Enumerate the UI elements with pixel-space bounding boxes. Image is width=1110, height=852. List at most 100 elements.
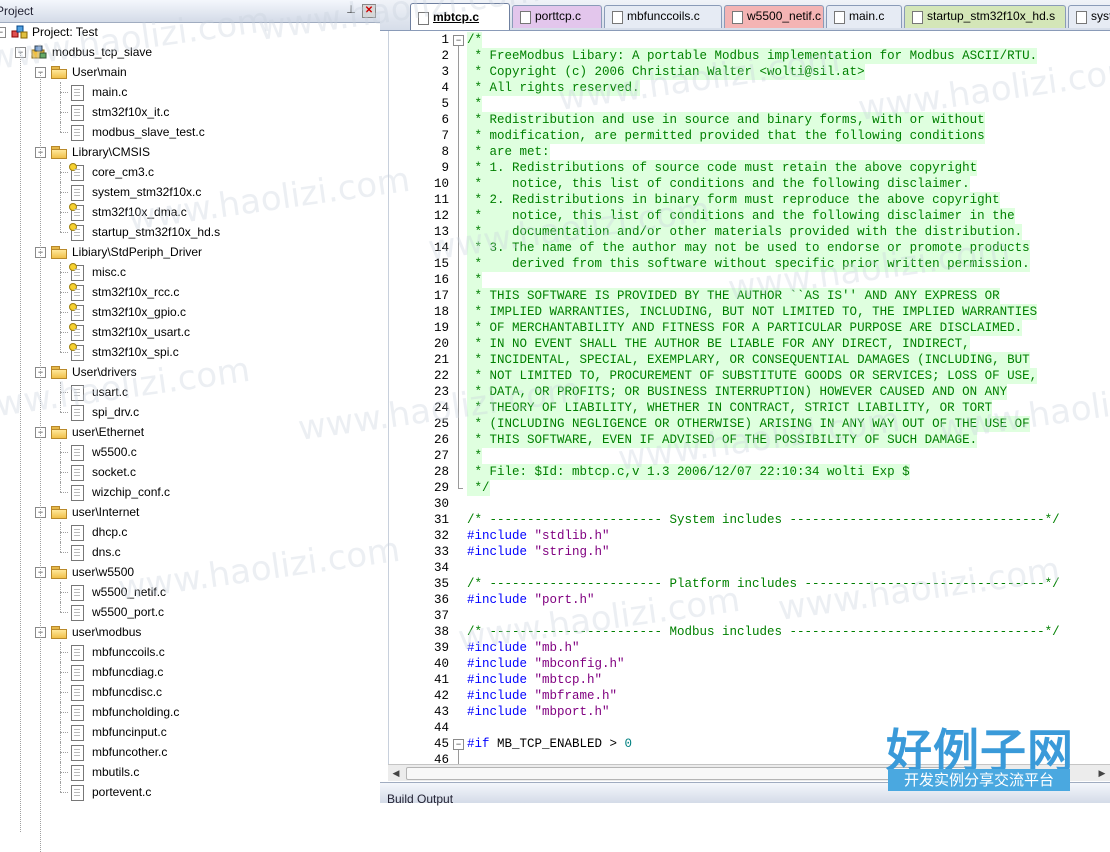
tree-folder[interactable]: − User\drivers: [0, 362, 380, 382]
tree-folder[interactable]: − Library\CMSIS: [0, 142, 380, 162]
tree-folder[interactable]: − user\modbus: [0, 622, 380, 642]
tree-folder[interactable]: − user\Ethernet: [0, 422, 380, 442]
tree-file[interactable]: w5500.c: [0, 442, 380, 462]
c-file-icon: [71, 105, 84, 121]
tree-folder[interactable]: − user\Internet: [0, 502, 380, 522]
tree-file[interactable]: mbutils.c: [0, 762, 380, 782]
tree-file[interactable]: mbfuncinput.c: [0, 722, 380, 742]
line-number: 8: [441, 145, 449, 159]
tab-label: startup_stm32f10x_hd.s: [927, 9, 1056, 23]
tab-startup-stm32f10x-hd-s[interactable]: startup_stm32f10x_hd.s: [904, 5, 1066, 28]
tree-file[interactable]: mbfuncdiag.c: [0, 662, 380, 682]
tree-connector: [60, 262, 61, 282]
tree-connector: [60, 712, 68, 713]
tab-mbtcp-c[interactable]: mbtcp.c: [410, 3, 510, 30]
tree-folder[interactable]: − user\w5500: [0, 562, 380, 582]
tree-connector: [60, 102, 61, 122]
scrollbar-thumb[interactable]: [406, 767, 968, 780]
tree-file[interactable]: mbfunccoils.c: [0, 642, 380, 662]
tree-file[interactable]: dns.c: [0, 542, 380, 562]
tree-connector: [60, 272, 68, 273]
tree-file[interactable]: misc.c: [0, 262, 380, 282]
code-text: #include "port.h": [467, 592, 595, 608]
tree-item-label: mbfuncdiag.c: [92, 665, 164, 679]
tree-connector: [60, 342, 61, 352]
tree-folder[interactable]: − User\main: [0, 62, 380, 82]
tree-connector: [60, 392, 68, 393]
tab-porttcp-c[interactable]: porttcp.c: [512, 5, 602, 28]
tree-file[interactable]: core_cm3.c: [0, 162, 380, 182]
tree-project-root[interactable]: − Project: Test: [0, 22, 380, 42]
tree-file[interactable]: w5500_port.c: [0, 602, 380, 622]
code-text: /* ----------------------- Platform incl…: [467, 577, 1060, 591]
tree-connector: [60, 232, 68, 233]
tree-file[interactable]: socket.c: [0, 462, 380, 482]
folder-icon: [51, 426, 67, 439]
tree-file[interactable]: portevent.c: [0, 782, 380, 802]
tree-connector: [60, 192, 68, 193]
fold-toggle-icon[interactable]: −: [453, 739, 464, 750]
preprocessor-directive: #include: [467, 689, 528, 703]
close-icon[interactable]: ✕: [362, 4, 376, 18]
tree-file[interactable]: mbfuncholding.c: [0, 702, 380, 722]
line-number: 45: [433, 737, 449, 751]
tree-file[interactable]: stm32f10x_usart.c: [0, 322, 380, 342]
tree-file[interactable]: mbfuncdisc.c: [0, 682, 380, 702]
tree-file[interactable]: startup_stm32f10x_hd.s: [0, 222, 380, 242]
code-text: * (INCLUDING NEGLIGENCE OR OTHERWISE) AR…: [467, 416, 1030, 432]
brand-logo: 好例子网 开发实例分享交流平台: [886, 715, 1076, 795]
tree-item-label: stm32f10x_it.c: [92, 105, 170, 119]
code-editor[interactable]: 1/* 2 * FreeModbus Libary: A portable Mod…: [388, 31, 1110, 764]
code-text: * NOT LIMITED TO, PROCUREMENT OF SUBSTIT…: [467, 368, 1038, 384]
tree-file[interactable]: stm32f10x_spi.c: [0, 342, 380, 362]
code-text: * modification, are permitted provided t…: [467, 128, 985, 144]
tree-target[interactable]: − modbus_tcp_slave: [0, 42, 380, 62]
tree-file[interactable]: stm32f10x_dma.c: [0, 202, 380, 222]
tree-connector: [60, 302, 61, 322]
scroll-right-arrow-icon[interactable]: ▶: [1094, 765, 1110, 781]
file-locked-icon: [69, 283, 84, 301]
tree-connector: [60, 732, 68, 733]
tree-item-label: Library\CMSIS: [72, 145, 151, 159]
collapse-toggle-icon[interactable]: −: [0, 27, 6, 38]
tree-file[interactable]: stm32f10x_rcc.c: [0, 282, 380, 302]
line-number: 29: [433, 481, 449, 495]
code-text: * derived from this software without spe…: [467, 256, 1030, 272]
tree-file[interactable]: stm32f10x_gpio.c: [0, 302, 380, 322]
tree-file[interactable]: mbfuncother.c: [0, 742, 380, 762]
code-line: 28 * File: $Id: mbtcp.c,v 1.3 2006/12/07…: [389, 464, 1110, 480]
code-line: 32 #include "stdlib.h": [389, 528, 1110, 544]
scroll-left-arrow-icon[interactable]: ◀: [388, 765, 404, 781]
tab-main-c[interactable]: main.c: [826, 5, 902, 28]
tree-file[interactable]: spi_drv.c: [0, 402, 380, 422]
tab-w5500-netif-c[interactable]: w5500_netif.c: [724, 5, 824, 28]
tree-connector: [60, 222, 61, 232]
tab-label: main.c: [849, 9, 885, 23]
tab-system[interactable]: system_: [1068, 5, 1110, 28]
tree-file[interactable]: usart.c: [0, 382, 380, 402]
tree-file[interactable]: stm32f10x_it.c: [0, 102, 380, 122]
tree-connector: [60, 162, 61, 182]
tree-item-label: wizchip_conf.c: [92, 485, 171, 499]
line-number: 11: [433, 193, 449, 207]
tree-file[interactable]: modbus_slave_test.c: [0, 122, 380, 142]
string-literal: "port.h": [527, 593, 595, 607]
tree-file[interactable]: w5500_netif.c: [0, 582, 380, 602]
line-number: 27: [433, 449, 449, 463]
tree-file[interactable]: dhcp.c: [0, 522, 380, 542]
line-number: 17: [433, 289, 449, 303]
code-line: 11 * 2. Redistributions in binary form m…: [389, 192, 1110, 208]
fold-toggle-icon[interactable]: −: [453, 35, 464, 46]
string-literal: "mbtcp.h": [527, 673, 603, 687]
tree-file[interactable]: wizchip_conf.c: [0, 482, 380, 502]
tree-file[interactable]: main.c: [0, 82, 380, 102]
code-line: 40 #include "mbconfig.h": [389, 656, 1110, 672]
pin-icon[interactable]: ⊥: [344, 3, 358, 17]
tab-label: system_: [1091, 9, 1110, 23]
tree-file[interactable]: system_stm32f10x.c: [0, 182, 380, 202]
code-text: * THIS SOFTWARE, EVEN IF ADVISED OF THE …: [467, 432, 978, 448]
code-line: 1 /*: [389, 32, 1110, 48]
tab-mbfunccoils-c[interactable]: mbfunccoils.c: [604, 5, 722, 28]
tree-folder[interactable]: − Libiary\StdPeriph_Driver: [0, 242, 380, 262]
string-literal: "mbconfig.h": [527, 657, 625, 671]
